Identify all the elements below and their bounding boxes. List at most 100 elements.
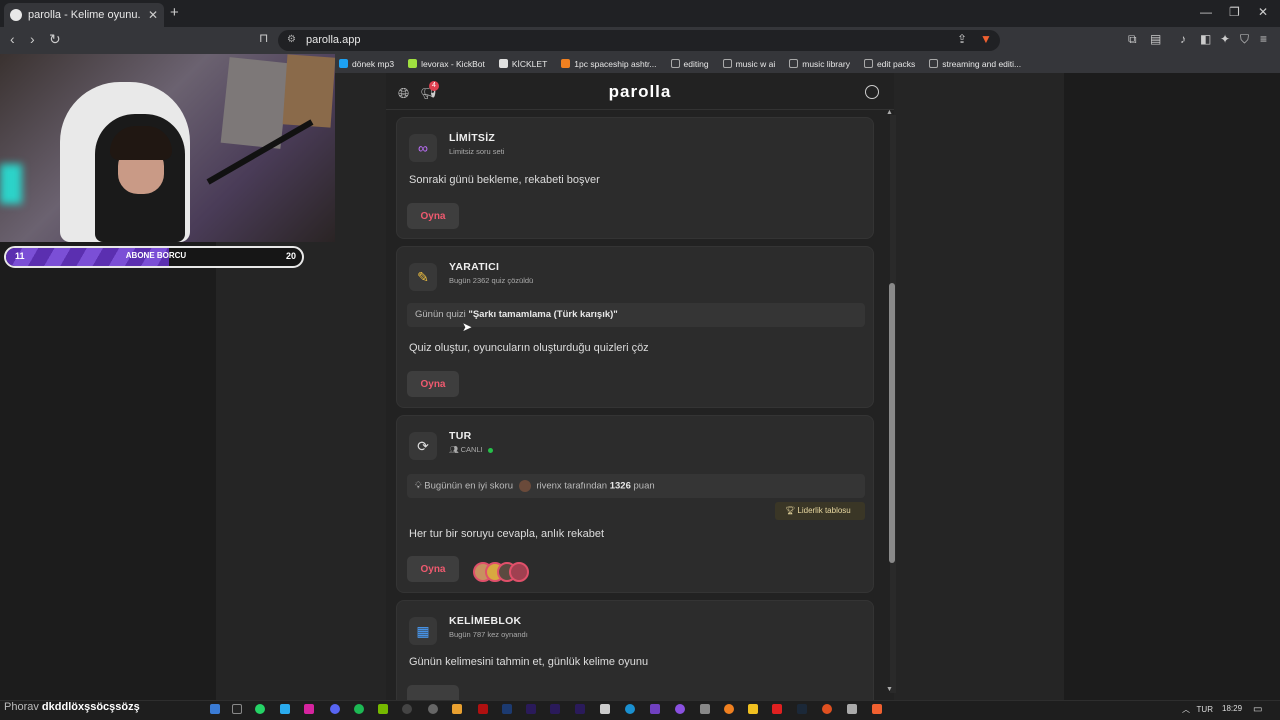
tray[interactable]: ︿ TUR <box>1182 704 1213 715</box>
app-icon[interactable] <box>748 704 758 714</box>
mode-description: Sonraki günü bekleme, rekabeti boşver <box>409 174 600 186</box>
back-button[interactable]: ‹ <box>10 31 15 47</box>
premiere-icon[interactable] <box>575 704 585 714</box>
illustrator-icon[interactable] <box>478 704 488 714</box>
grid-icon: ▦ <box>409 617 437 645</box>
bookmark-folder[interactable]: music library <box>789 59 850 69</box>
after-effects-icon[interactable] <box>550 704 560 714</box>
browser-icon[interactable] <box>625 704 635 714</box>
best-score-label: Bugünün en iyi skoru <box>424 480 514 492</box>
bookmark-folder[interactable]: music w ai <box>722 59 775 69</box>
discord-icon[interactable] <box>330 704 340 714</box>
site-header: 🌐︎ 📢︎ 4 parolla <box>386 73 894 110</box>
bookmarks-bar: dönek mp3 levorax - KickBot KİCKLET 1pc … <box>335 54 1280 73</box>
browser-tab[interactable]: parolla - Kelime oyunu. Günlük k ✕ <box>4 3 164 27</box>
play-button[interactable]: Oyna <box>407 556 459 582</box>
trophy-icon: 🏆︎ <box>785 506 796 515</box>
best-score-value: 1326 <box>609 480 631 492</box>
sub-goal-current: 11 <box>15 251 25 261</box>
app-icon[interactable] <box>724 704 734 714</box>
bookmark-favicon-icon <box>408 59 418 68</box>
folder-icon <box>863 59 873 68</box>
folder-icon <box>722 59 732 68</box>
mode-description: Her tur bir soruyu cevapla, anlık rekabe… <box>409 528 605 540</box>
clock[interactable]: 18:29 <box>1222 704 1242 713</box>
bookmark-item[interactable]: KİCKLET <box>498 59 547 69</box>
instagram-icon[interactable] <box>304 704 314 714</box>
best-score-mid: tarafından <box>564 480 608 492</box>
menu-icon[interactable]: ≡ <box>1260 32 1267 46</box>
site-logo[interactable]: parolla <box>386 82 894 102</box>
daily-quiz-box[interactable]: Günün quizi "Şarkı tamamlama (Türk karış… <box>407 303 865 327</box>
scrollbar-thumb[interactable] <box>889 283 895 563</box>
tiktok-icon[interactable] <box>232 704 242 714</box>
folder-icon <box>789 59 799 68</box>
app-icon[interactable] <box>822 704 832 714</box>
user-icon[interactable] <box>865 85 879 99</box>
telegram-icon[interactable] <box>280 704 290 714</box>
bookmark-folder[interactable]: editing <box>670 59 709 69</box>
bookmark-item[interactable]: 1pc spaceship ashtr... <box>561 59 657 69</box>
daily-quiz-name[interactable]: "Şarkı tamamlama (Türk karışık)" <box>468 309 617 320</box>
app-icon[interactable] <box>675 704 685 714</box>
mouse-cursor-icon: ➤ <box>462 320 473 334</box>
forward-button[interactable]: › <box>30 31 35 47</box>
brave-shield-icon[interactable]: ▼ <box>980 32 992 46</box>
app-icon[interactable] <box>847 704 857 714</box>
page-content: 🌐︎ 📢︎ 4 parolla ∞ LİMİTSİZ Limitsiz soru… <box>386 73 894 700</box>
mode-subtitle: 👥︎ CANLI <box>449 445 493 454</box>
app-icon[interactable] <box>210 704 220 714</box>
bookmark-item[interactable]: levorax - KickBot <box>408 59 485 69</box>
best-score-user[interactable]: rivenx <box>536 481 561 492</box>
maximize-button[interactable]: ❐ <box>1229 5 1240 19</box>
wallet-icon[interactable]: ▤ <box>1150 32 1161 46</box>
refresh-icon: ⟳ <box>409 432 437 460</box>
app-icon[interactable] <box>600 704 610 714</box>
play-button[interactable] <box>407 685 459 700</box>
leo-icon[interactable]: ✦ <box>1220 32 1230 46</box>
scroll-down-icon[interactable]: ▼ <box>886 686 893 693</box>
share-icon[interactable]: ⇪ <box>957 32 967 46</box>
nvidia-icon[interactable] <box>378 704 388 714</box>
app-icon[interactable] <box>452 704 462 714</box>
bookmark-folder[interactable]: edit packs <box>863 59 915 69</box>
minimize-button[interactable]: — <box>1200 5 1212 19</box>
sidebar-icon[interactable]: ◧ <box>1200 32 1211 46</box>
bookmark-folder[interactable]: streaming and editi... <box>929 59 1021 69</box>
play-button[interactable]: Oyna <box>407 371 459 397</box>
ticker-text: dkddlöxşsöcşsözş <box>41 701 140 713</box>
obs-icon[interactable] <box>402 704 412 714</box>
reload-button[interactable]: ↻ <box>49 31 61 48</box>
app-icon[interactable] <box>772 704 782 714</box>
site-info-icon[interactable]: ⚙ <box>287 34 296 45</box>
app-icon[interactable] <box>428 704 438 714</box>
neon-light <box>0 164 22 204</box>
subscriber-goal-bar: 11 ABONE BORCU 20 <box>4 246 304 268</box>
scroll-up-icon[interactable]: ▲ <box>886 109 893 116</box>
new-tab-button[interactable]: + <box>170 4 179 21</box>
mode-subtitle: Bugün 787 kez oynandı <box>449 630 528 639</box>
brave-icon[interactable] <box>872 704 882 714</box>
media-encoder-icon[interactable] <box>526 704 536 714</box>
address-bar[interactable]: parolla.app <box>278 30 1000 51</box>
notification-icon[interactable]: ▭ <box>1253 704 1262 715</box>
steam-icon[interactable] <box>797 704 807 714</box>
music-icon[interactable]: ♪ <box>1180 32 1186 46</box>
play-button[interactable]: Oyna <box>407 203 459 229</box>
vpn-icon[interactable]: ⛉ <box>1240 32 1249 47</box>
chevron-up-icon[interactable]: ︿ <box>1182 705 1190 714</box>
bookmark-item[interactable]: dönek mp3 <box>339 59 394 69</box>
extensions-icon[interactable]: ⧉ <box>1128 32 1137 47</box>
bookmark-icon[interactable]: ⊓ <box>259 31 268 45</box>
wall-poster <box>282 54 335 128</box>
close-window-button[interactable]: ✕ <box>1258 5 1268 19</box>
whatsapp-icon[interactable] <box>255 704 265 714</box>
app-icon[interactable] <box>650 704 660 714</box>
app-icon[interactable] <box>700 704 710 714</box>
language-indicator[interactable]: TUR <box>1197 705 1213 714</box>
folder-icon <box>670 59 680 68</box>
close-tab-icon[interactable]: ✕ <box>148 8 158 22</box>
spotify-icon[interactable] <box>354 704 364 714</box>
photoshop-icon[interactable] <box>502 704 512 714</box>
leaderboard-button[interactable]: 🏆︎ Liderlik tablosu <box>775 502 865 520</box>
